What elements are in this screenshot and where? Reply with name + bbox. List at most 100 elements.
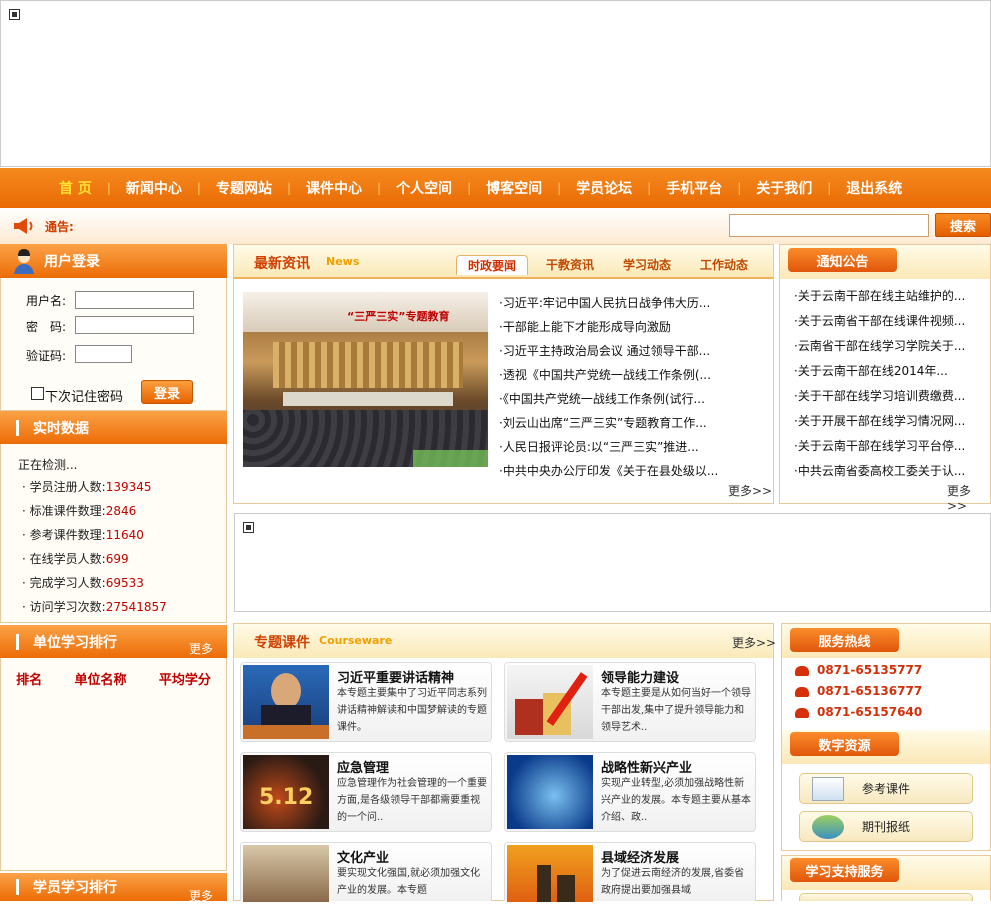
stat-label: 学员注册人数: xyxy=(29,480,106,494)
realtime-title: 实时数据 xyxy=(33,420,89,437)
unit-rank-columns: 排名 单位名称 平均学分 xyxy=(0,669,227,688)
tab-cadre-news[interactable]: 干教资讯 xyxy=(536,255,604,275)
news-subtitle: News xyxy=(326,255,360,268)
course-card[interactable]: 县域经济发展 为了促进云南经济的发展,省委省政府提出要加强县域 xyxy=(504,842,756,902)
header-bar-icon xyxy=(16,879,19,895)
courses-subtitle: Courseware xyxy=(319,634,393,647)
nav-personal[interactable]: 个人空间 xyxy=(381,178,467,198)
realtime-header: 实时数据 xyxy=(0,411,227,444)
news-item[interactable]: ·《中国共产党统一战线工作条例(试行... xyxy=(499,387,765,411)
news-item[interactable]: ·习近平:牢记中国人民抗日战争伟大历... xyxy=(499,291,765,315)
phone-number: 0871-65157640 xyxy=(817,705,923,719)
search-button[interactable]: 搜索 xyxy=(935,213,991,237)
course-card[interactable]: 文化产业 要实现文化强国,就必须加强文化产业的发展。本专题 xyxy=(240,842,492,902)
nav-home[interactable]: 首 页 xyxy=(44,178,107,198)
user-icon xyxy=(14,249,34,274)
tab-study-news[interactable]: 学习动态 xyxy=(612,255,682,275)
nav-blog[interactable]: 博客空间 xyxy=(471,178,557,198)
announce-item[interactable]: ·关于云南干部在线主站维护的... xyxy=(794,284,984,309)
username-label: 用户名: xyxy=(26,294,67,308)
announce-item[interactable]: ·关于云南干部在线学习平台停... xyxy=(794,434,984,459)
realtime-status: 正在检测... xyxy=(18,458,78,472)
course-title: 战略性新兴产业 xyxy=(601,761,693,776)
phone-number: 0871-65136777 xyxy=(817,684,923,698)
notice-label: 通告: xyxy=(45,220,74,234)
main-nav: 首 页 | 新闻中心 | 专题网站 | 课件中心 | 个人空间 | 博客空间 | 学员论坛 |… xyxy=(0,168,991,208)
course-thumbnail xyxy=(507,755,593,829)
search-input[interactable] xyxy=(729,214,929,237)
journals-button[interactable]: 期刊报纸 xyxy=(799,811,973,842)
phone-icon xyxy=(795,707,809,718)
stat-label: 参考课件数理: xyxy=(29,528,106,542)
nav-forum[interactable]: 学员论坛 xyxy=(561,178,647,198)
header-bar-icon xyxy=(16,419,19,436)
course-card[interactable]: 领导能力建设 本专题主要是从如何当好一个领导干部出发,集中了提升领导能力和领导艺… xyxy=(504,662,756,742)
password-input[interactable] xyxy=(75,316,194,334)
resource-label: 期刊报纸 xyxy=(862,820,911,834)
news-item[interactable]: ·刘云山出席“三严三实”专题教育工作... xyxy=(499,411,765,435)
news-more-link[interactable]: 更多>> xyxy=(728,482,772,499)
middle-banner-plugin xyxy=(234,513,991,612)
course-thumbnail xyxy=(507,845,593,902)
news-list: ·习近平:牢记中国人民抗日战争伟大历... ·干部能上能下才能形成导向激励 ·习… xyxy=(499,291,765,483)
header-bar-icon xyxy=(16,633,19,650)
stat-item: · 学员注册人数:139345 xyxy=(22,480,152,494)
announce-item[interactable]: ·云南省干部在线学习学院关于... xyxy=(794,334,984,359)
unit-rank-more-link[interactable]: 更多 xyxy=(189,640,213,657)
stat-item: · 完成学习人数:69533 xyxy=(22,576,144,590)
announce-item[interactable]: ·中共云南省委高校工委关于认... xyxy=(794,459,984,484)
stat-value: 11640 xyxy=(105,528,144,542)
tab-work-news[interactable]: 工作动态 xyxy=(690,255,758,275)
course-card[interactable]: 战略性新兴产业 实现产业转型,必须加强战略性新兴产业的发展。本专题主要从基本介绍… xyxy=(504,752,756,832)
course-title: 习近平重要讲话精神 xyxy=(337,671,455,686)
stat-label: 在线学员人数: xyxy=(29,552,106,566)
nav-courses[interactable]: 课件中心 xyxy=(291,178,377,198)
realtime-stats-list: · 学员注册人数:139345 · 标准课件数理:2846 · 参考课件数理:1… xyxy=(22,475,222,619)
course-desc: 实现产业转型,必须加强战略性新兴产业的发展。本专题主要从基本介绍、政.. xyxy=(601,778,751,823)
password-label: 密 码: xyxy=(26,320,67,334)
news-item[interactable]: ·人民日报评论员:以“三严三实”推进... xyxy=(499,435,765,459)
stat-value: 69533 xyxy=(105,576,144,590)
phone-number: 0871-65135777 xyxy=(817,663,923,677)
news-photo[interactable]: “三严三实”专题教育 xyxy=(243,292,488,467)
course-card[interactable]: 5.12 应急管理 应急管理作为社会管理的一个重要方面,是各级领导干部都需要重视… xyxy=(240,752,492,832)
reference-courses-button[interactable]: 参考课件 xyxy=(799,773,973,804)
course-desc: 应急管理作为社会管理的一个重要方面,是各级领导干部都需要重视的一个问.. xyxy=(337,778,487,823)
student-rank-more-link[interactable]: 更多 xyxy=(189,887,213,904)
course-thumbnail xyxy=(507,665,593,739)
news-item[interactable]: ·习近平主持政治局会议 通过领导干部... xyxy=(499,339,765,363)
hotline-title: 服务热线 xyxy=(790,628,899,652)
stat-item: · 在线学员人数:699 xyxy=(22,552,129,566)
news-item[interactable]: ·透视《中国共产党统一战线工作条例(... xyxy=(499,363,765,387)
nav-mobile[interactable]: 手机平台 xyxy=(651,178,737,198)
username-input[interactable] xyxy=(75,291,194,309)
course-desc: 为了促进云南经济的发展,省委省政府提出要加强县域 xyxy=(601,868,745,896)
captcha-input[interactable] xyxy=(75,345,132,363)
announce-item[interactable]: ·关于云南干部在线2014年... xyxy=(794,359,984,384)
stat-item: · 参考课件数理:11640 xyxy=(22,528,144,542)
slider-pager[interactable] xyxy=(413,450,488,467)
course-thumbnail xyxy=(243,665,329,739)
course-title: 文化产业 xyxy=(337,851,390,866)
announce-title: 通知公告 xyxy=(788,248,897,272)
nav-logout[interactable]: 退出系统 xyxy=(831,178,917,198)
hotline-item: 0871-65135777 xyxy=(795,660,922,681)
announce-item[interactable]: ·关于云南省干部在线课件视频... xyxy=(794,309,984,334)
news-title: 最新资讯 xyxy=(254,256,310,272)
announce-item[interactable]: ·关于干部在线学习培训费缴费... xyxy=(794,384,984,409)
login-button[interactable]: 登录 xyxy=(141,380,193,404)
course-desc: 本专题主要是从如何当好一个领导干部出发,集中了提升领导能力和领导艺术.. xyxy=(601,688,751,733)
courses-more-link[interactable]: 更多>> xyxy=(732,634,776,651)
nav-news[interactable]: 新闻中心 xyxy=(111,178,197,198)
nav-topics[interactable]: 专题网站 xyxy=(201,178,287,198)
support-button[interactable] xyxy=(799,893,973,901)
news-item[interactable]: ·中共中央办公厅印发《关于在县处级以... xyxy=(499,459,765,483)
tab-politics[interactable]: 时政要闻 xyxy=(456,255,528,275)
remember-checkbox[interactable] xyxy=(31,387,44,400)
course-card[interactable]: 习近平重要讲话精神 本专题主要集中了习近平同志系列讲话精神解读和中国梦解读的专题… xyxy=(240,662,492,742)
news-item[interactable]: ·干部能上能下才能形成导向激励 xyxy=(499,315,765,339)
stat-item: · 访问学习次数:27541857 xyxy=(22,600,167,614)
announce-more-link[interactable]: 更多>> xyxy=(947,482,991,513)
nav-about[interactable]: 关于我们 xyxy=(741,178,827,198)
announce-item[interactable]: ·关于开展干部在线学习情况网... xyxy=(794,409,984,434)
